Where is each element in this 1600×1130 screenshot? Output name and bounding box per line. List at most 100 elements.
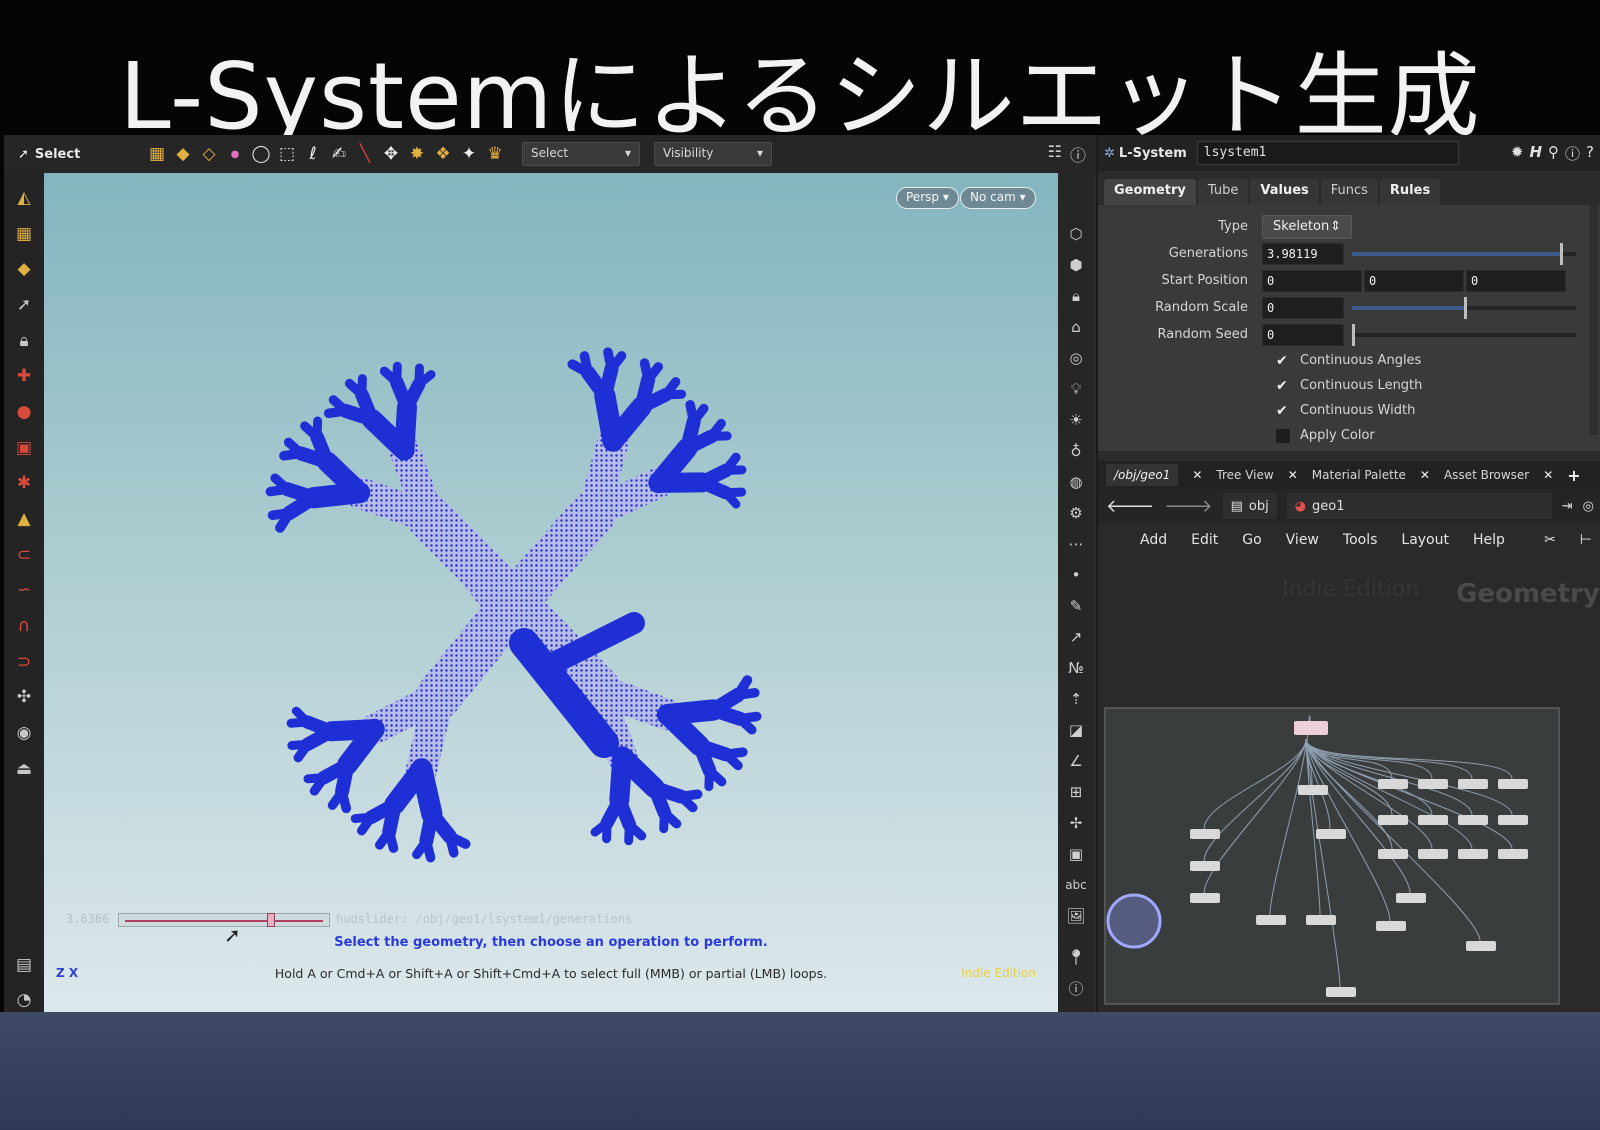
checkmark-icon[interactable]: ✔ [1276, 379, 1290, 393]
grid-icon[interactable]: ⊞ [1062, 779, 1090, 805]
close-icon[interactable]: ✕ [1288, 468, 1298, 482]
breadcrumb-geo1[interactable]: ◕ geo1 [1286, 493, 1552, 519]
checkbox-row[interactable]: ✔ Continuous Angles [1098, 348, 1600, 373]
lock-camera-icon[interactable]: 🔒︎ [1062, 283, 1090, 309]
shape-icon[interactable]: ▲ [9, 504, 39, 534]
select-mode-dropdown[interactable]: Select ▾ [522, 142, 640, 166]
paint-select-icon[interactable]: ✍ [326, 141, 352, 167]
close-icon[interactable]: ✕ [1192, 468, 1202, 482]
start-position-z[interactable]: 0 [1466, 269, 1566, 292]
pose-icon[interactable]: ✱ [9, 469, 39, 499]
visibility-dropdown[interactable]: Visibility ▾ [654, 142, 772, 166]
uv-icon[interactable]: ◪ [1062, 717, 1090, 743]
scale-icon[interactable]: ▣ [9, 433, 39, 463]
close-icon[interactable]: ✕ [1543, 468, 1553, 482]
select-primitives-icon[interactable]: ◆ [170, 141, 196, 167]
text-icon[interactable]: abc [1062, 872, 1090, 898]
node-graph-thumbnail[interactable] [1104, 707, 1560, 1005]
geometry-mode-icon[interactable]: ◆ [9, 254, 39, 284]
generations-slider[interactable] [1352, 242, 1576, 265]
breadcrumb-obj[interactable]: ▤ obj [1222, 493, 1277, 519]
menu-edit[interactable]: Edit [1191, 532, 1218, 548]
home-icon[interactable]: ⌂ [1062, 314, 1090, 340]
select-loop-icon[interactable]: ◯ [248, 141, 274, 167]
persp-button[interactable]: Persp ▾ [896, 187, 959, 209]
layout-icon[interactable]: ◔ [9, 985, 39, 1015]
template-icon[interactable]: ⚙ [1062, 500, 1090, 526]
display-options-icon[interactable]: ☷ [1048, 142, 1062, 166]
pointer-icon[interactable]: ➚ [9, 290, 39, 320]
node-name-field[interactable]: lsystem1 [1196, 141, 1459, 165]
forward-arrow-icon[interactable]: 🡒 [1164, 496, 1212, 517]
checkbox-row[interactable]: ✔ Continuous Width [1098, 398, 1600, 423]
parameter-scrollbar[interactable] [1590, 205, 1598, 435]
pin-icon[interactable]: 📍︎ [1062, 944, 1090, 970]
tab-network-geo1[interactable]: /obj/geo1 [1106, 464, 1179, 486]
wireframe-icon[interactable]: ⬢ [1062, 252, 1090, 278]
rotate-icon[interactable]: ● [9, 397, 39, 427]
gear-icon[interactable]: ✹ [1511, 143, 1524, 164]
skeleton-icon[interactable]: ✢ [1062, 810, 1090, 836]
add-tab-icon[interactable]: + [1567, 466, 1580, 485]
houdini-help-icon[interactable]: H [1529, 143, 1542, 164]
crown-icon[interactable]: ♛ [482, 141, 508, 167]
checkbox-empty[interactable] [1276, 428, 1290, 443]
shading-icon[interactable]: ◎ [1062, 345, 1090, 371]
random-seed-slider[interactable] [1352, 323, 1576, 346]
tree-icon[interactable]: ⊢ [1580, 532, 1600, 548]
tab-rules[interactable]: Rules [1379, 179, 1441, 205]
info-icon[interactable]: ⓘ [1565, 143, 1580, 164]
camera-icon[interactable]: ◉ [9, 718, 39, 748]
random-seed-field[interactable]: 0 [1262, 323, 1344, 346]
random-scale-field[interactable]: 0 [1262, 296, 1344, 319]
select-groups-icon[interactable]: ❖ [430, 141, 456, 167]
start-position-y[interactable]: 0 [1364, 269, 1464, 292]
link-icon[interactable]: ◎ [1583, 499, 1600, 514]
select-objects-icon[interactable]: ▦ [144, 141, 170, 167]
search-icon[interactable]: ⚲ [1548, 143, 1559, 164]
tab-material-palette[interactable]: Material Palette [1312, 468, 1406, 482]
help-icon[interactable]: ? [1586, 143, 1594, 164]
checkbox-row[interactable]: Apply Color [1098, 423, 1600, 448]
secure-select-icon[interactable]: ✸ [404, 141, 430, 167]
background-image-icon[interactable]: 🖼︎ [1062, 903, 1090, 929]
headlight-icon[interactable]: ☀ [1062, 407, 1090, 433]
select-edges-icon[interactable]: ◇ [196, 141, 222, 167]
checkbox-row[interactable]: ✔ Continuous Length [1098, 373, 1600, 398]
bulb-icon[interactable]: ♁ [1062, 438, 1090, 464]
scene-viewport[interactable]: Persp ▾ No cam ▾ 3.6366 hudslider: /obj/… [44, 173, 1058, 1015]
render-icon[interactable]: ⏏ [9, 754, 39, 784]
lasso-select-icon[interactable]: ℓ [300, 141, 326, 167]
box-select-icon[interactable]: ⬚ [274, 141, 300, 167]
pin-icon[interactable]: ⇥ [1562, 499, 1573, 514]
select-tool[interactable]: ➚ Select [4, 147, 144, 162]
generations-slider-thumb[interactable] [1560, 242, 1564, 265]
laser-select-icon[interactable]: ╲ [352, 141, 378, 167]
tab-asset-browser[interactable]: Asset Browser [1444, 468, 1529, 482]
prim-normals-icon[interactable]: ⇡ [1062, 686, 1090, 712]
tab-values[interactable]: Values [1250, 179, 1319, 205]
flipbook-icon[interactable]: ▤ [9, 950, 39, 980]
numbers-icon[interactable]: № [1062, 655, 1090, 681]
checkmark-icon[interactable]: ✔ [1276, 404, 1290, 418]
bounding-box-icon[interactable]: ⬡ [1062, 221, 1090, 247]
snap-grid-icon[interactable]: ∩ [9, 611, 39, 641]
tab-funcs[interactable]: Funcs [1320, 179, 1378, 205]
close-icon[interactable]: ✕ [1420, 468, 1430, 482]
menu-help[interactable]: Help [1473, 532, 1505, 548]
tab-tube[interactable]: Tube [1197, 179, 1249, 205]
square-icon[interactable]: ▣ [1062, 841, 1090, 867]
tab-tree-view[interactable]: Tree View [1216, 468, 1273, 482]
info-icon[interactable]: ⓘ [1062, 975, 1090, 1001]
random-scale-slider-thumb[interactable] [1464, 296, 1467, 319]
lock-icon[interactable]: 🔒︎ [9, 326, 39, 356]
menu-layout[interactable]: Layout [1401, 532, 1449, 548]
network-canvas[interactable]: Indie Edition Geometry [1098, 557, 1600, 1015]
object-mode-icon[interactable]: ▦ [9, 219, 39, 249]
translate-icon[interactable]: ✚ [9, 361, 39, 391]
vectors-icon[interactable]: ↗ [1062, 624, 1090, 650]
type-menu[interactable]: Skeleton ⇕ [1262, 214, 1352, 239]
handles-icon[interactable]: ✥ [378, 141, 404, 167]
snap-icon[interactable]: ✦ [456, 141, 482, 167]
transform-icon[interactable]: ✣ [9, 683, 39, 713]
